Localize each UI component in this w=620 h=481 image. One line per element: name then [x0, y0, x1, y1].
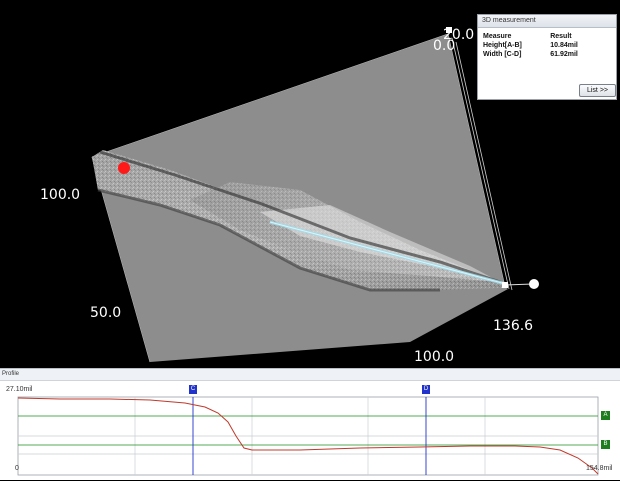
measurement-table: Measure Result Height[A-B] 10.84mil Widt…	[483, 32, 598, 59]
result-column-header: Result	[550, 32, 572, 40]
line-tag-a[interactable]: A	[601, 411, 610, 420]
profile-graph[interactable]	[0, 380, 620, 481]
y-axis-100-label: 100.0	[40, 187, 81, 203]
x-axis-max-label: 136.6	[493, 318, 534, 334]
list-button[interactable]: List >>	[579, 84, 616, 97]
cursor-tag-c[interactable]: C	[189, 385, 197, 394]
measure-result: 10.84mil	[550, 42, 578, 49]
measurement-panel-title: 3D measurement	[478, 15, 616, 28]
line-tag-b[interactable]: B	[601, 440, 610, 449]
profile-y-max-label: 27.10mil	[6, 386, 33, 393]
cursor-tag-d[interactable]: D	[422, 385, 430, 394]
end-point-handle[interactable]	[502, 282, 508, 288]
measure-name: Width [C-D]	[483, 51, 522, 58]
table-row[interactable]: Height[A-B] 10.84mil	[483, 41, 598, 50]
measurement-end-marker[interactable]	[529, 279, 539, 289]
table-row[interactable]: Width [C-D] 61.92mil	[483, 50, 598, 59]
profile-panel: Profile 27.10mil 0 154.8mil C D A B	[0, 368, 620, 480]
profile-x-max-label: 154.8mil	[586, 465, 613, 472]
measure-result: 61.92mil	[550, 51, 578, 58]
profile-x-min-label: 0	[15, 465, 19, 472]
x-axis-100-label: 100.0	[414, 349, 455, 365]
y-axis-50-label: 50.0	[90, 305, 122, 321]
measure-column-header: Measure	[483, 32, 512, 40]
measurement-start-marker[interactable]	[118, 162, 130, 174]
measure-name: Height[A-B]	[483, 42, 522, 49]
z-axis-min-label: 0.0	[433, 38, 456, 54]
